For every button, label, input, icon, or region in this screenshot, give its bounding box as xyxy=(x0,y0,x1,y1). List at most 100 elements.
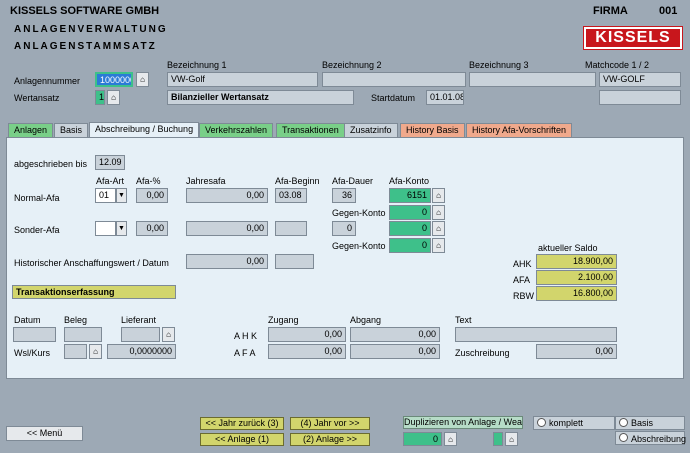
radio-komplett[interactable] xyxy=(537,418,546,427)
konto-lookup-icon[interactable]: ⌂ xyxy=(432,188,445,203)
zugang-ahk-label: A H K xyxy=(234,331,258,341)
sonder-afa-art-select[interactable] xyxy=(95,221,116,236)
jahr-vor-button[interactable]: (4) Jahr vor >> xyxy=(290,417,370,430)
duplizieren-wea-lookup-icon[interactable]: ⌂ xyxy=(505,432,518,446)
zugang-ahk[interactable]: 0,00 xyxy=(268,327,346,342)
jahr-zurueck-button[interactable]: << Jahr zurück (3) xyxy=(200,417,284,430)
duplizieren-anlage-input[interactable]: 0 xyxy=(403,432,442,446)
abgeschrieben-value: 12.09 xyxy=(95,155,125,170)
duplizieren-button[interactable]: Duplizieren von Anlage / Wea xyxy=(403,416,523,429)
opt-abschreibung-label: Abschreibung xyxy=(631,434,687,444)
gegen-konto-2[interactable]: 0 xyxy=(389,238,431,253)
startdatum-input[interactable]: 01.01.08 xyxy=(426,90,464,105)
bez1-label: Bezeichnung 1 xyxy=(167,60,227,70)
duplizieren-wea-input[interactable] xyxy=(493,432,503,446)
beleg-label: Beleg xyxy=(64,315,88,325)
firma-value: 001 xyxy=(659,5,678,17)
normal-afa-beginn[interactable]: 03.08 xyxy=(275,188,307,203)
zugang-label: Zugang xyxy=(268,315,299,325)
ahk-label: AHK xyxy=(513,259,532,269)
matchcode-label: Matchcode 1 / 2 xyxy=(585,60,650,70)
tab-history-afa[interactable]: History Afa-Vorschriften xyxy=(466,123,573,137)
matchcode2-input[interactable] xyxy=(599,90,681,105)
anlage-zurueck-button[interactable]: << Anlage (1) xyxy=(200,433,284,446)
wsl-kurs-label: Wsl/Kurs xyxy=(14,348,50,358)
text-input[interactable] xyxy=(455,327,617,342)
radio-abschreibung[interactable] xyxy=(619,433,628,442)
duplizieren-anlage-lookup-icon[interactable]: ⌂ xyxy=(444,432,457,446)
wertansatz-lookup-icon[interactable]: ⌂ xyxy=(107,90,120,105)
wertansatz-text: Bilanzieller Wertansatz xyxy=(167,90,354,105)
gegen-konto-label-1: Gegen-Konto xyxy=(332,208,386,218)
zuschreibung-input[interactable]: 0,00 xyxy=(536,344,617,359)
menu-button[interactable]: << Menü xyxy=(6,426,83,441)
anlagennummer-input[interactable]: 1000000 xyxy=(95,72,133,87)
transaktion-section-title: Transaktionserfassung xyxy=(12,285,176,299)
kurs-input[interactable]: 0,0000000 xyxy=(107,344,176,359)
chevron-down-icon[interactable]: ▼ xyxy=(116,188,127,203)
bez1-input[interactable]: VW-Golf xyxy=(167,72,318,87)
kissels-logo: KISSELS xyxy=(583,26,683,50)
abgang-afa[interactable]: 0,00 xyxy=(350,344,440,359)
bez2-input[interactable] xyxy=(322,72,466,87)
bez3-label: Bezeichnung 3 xyxy=(469,60,529,70)
tab-transaktionen[interactable]: Transaktionen xyxy=(276,123,345,137)
afa-label: AFA xyxy=(513,275,531,285)
gegen-konto-label-2: Gegen-Konto xyxy=(332,241,386,251)
sonder-jahresafa: 0,00 xyxy=(186,221,268,236)
hist-anschaffungswert: 0,00 xyxy=(186,254,268,269)
datum-input[interactable] xyxy=(13,327,56,342)
tab-zusatzinfo[interactable]: Zusatzinfo xyxy=(344,123,398,137)
normal-afa-pct: 0,00 xyxy=(136,188,168,203)
company-name: KISSELS SOFTWARE GMBH xyxy=(10,5,160,17)
tab-history-basis[interactable]: History Basis xyxy=(400,123,465,137)
gegen-konto-2-lookup-icon[interactable]: ⌂ xyxy=(432,238,445,253)
gegen-konto-1[interactable]: 0 xyxy=(389,205,431,220)
opt-basis-label: Basis xyxy=(631,418,654,428)
lieferant-lookup-icon[interactable]: ⌂ xyxy=(162,327,175,342)
tab-basis[interactable]: Basis xyxy=(54,123,89,137)
col-afa-art: Afa-Art xyxy=(96,176,125,186)
text-label: Text xyxy=(455,315,472,325)
tab-abschreibung-buchung[interactable]: Abschreibung / Buchung xyxy=(89,122,200,138)
anlage-lookup-icon[interactable]: ⌂ xyxy=(136,72,149,87)
sonder-konto-lookup-icon[interactable]: ⌂ xyxy=(432,221,445,236)
anlage-vor-button[interactable]: (2) Anlage >> xyxy=(290,433,370,446)
radio-basis[interactable] xyxy=(619,418,628,427)
rbw-label: RBW xyxy=(513,291,534,301)
zugang-afa[interactable]: 0,00 xyxy=(268,344,346,359)
lieferant-input[interactable] xyxy=(121,327,160,342)
waehrung-lookup-icon[interactable]: ⌂ xyxy=(89,344,102,359)
wertansatz-input[interactable]: 1 xyxy=(95,90,105,105)
sonder-afa-konto[interactable]: 0 xyxy=(389,221,431,236)
zuschreibung-label: Zuschreibung xyxy=(455,348,510,358)
saldo-label: aktueller Saldo xyxy=(538,243,598,253)
sonder-afa-pct: 0,00 xyxy=(136,221,168,236)
normal-afa-konto[interactable]: 6151 xyxy=(389,188,431,203)
matchcode1-input[interactable]: VW-GOLF xyxy=(599,72,681,87)
tab-anlagen[interactable]: Anlagen xyxy=(8,123,54,137)
normal-afa-dauer[interactable]: 36 xyxy=(332,188,356,203)
col-afa-beginn: Afa-Beginn xyxy=(275,176,320,186)
normal-afa-art-select[interactable]: 01 xyxy=(95,188,116,203)
abgang-label: Abgang xyxy=(350,315,382,325)
sonder-afa-dauer[interactable]: 0 xyxy=(332,221,356,236)
normal-afa-label: Normal-Afa xyxy=(14,193,60,203)
waehrung-input[interactable] xyxy=(64,344,87,359)
col-afa-konto: Afa-Konto xyxy=(389,176,430,186)
tab-verkehrszahlen[interactable]: Verkehrszahlen xyxy=(199,123,274,137)
gegen-konto-1-lookup-icon[interactable]: ⌂ xyxy=(432,205,445,220)
abgeschrieben-label: abgeschrieben bis xyxy=(14,159,88,169)
bez2-label: Bezeichnung 2 xyxy=(322,60,382,70)
zugang-afa-label: A F A xyxy=(234,348,256,358)
beleg-input[interactable] xyxy=(64,327,102,342)
module-title: ANLAGENVERWALTUNG xyxy=(14,24,168,35)
sonder-afa-beginn[interactable] xyxy=(275,221,307,236)
lieferant-label: Lieferant xyxy=(121,315,157,325)
abgang-ahk[interactable]: 0,00 xyxy=(350,327,440,342)
wertansatz-label: Wertansatz xyxy=(14,93,60,103)
chevron-down-icon[interactable]: ▼ xyxy=(116,221,127,236)
bez3-input[interactable] xyxy=(469,72,596,87)
opt-komplett-label: komplett xyxy=(549,418,584,428)
historischer-label: Historischer Anschaffungswert / Datum xyxy=(14,258,169,268)
